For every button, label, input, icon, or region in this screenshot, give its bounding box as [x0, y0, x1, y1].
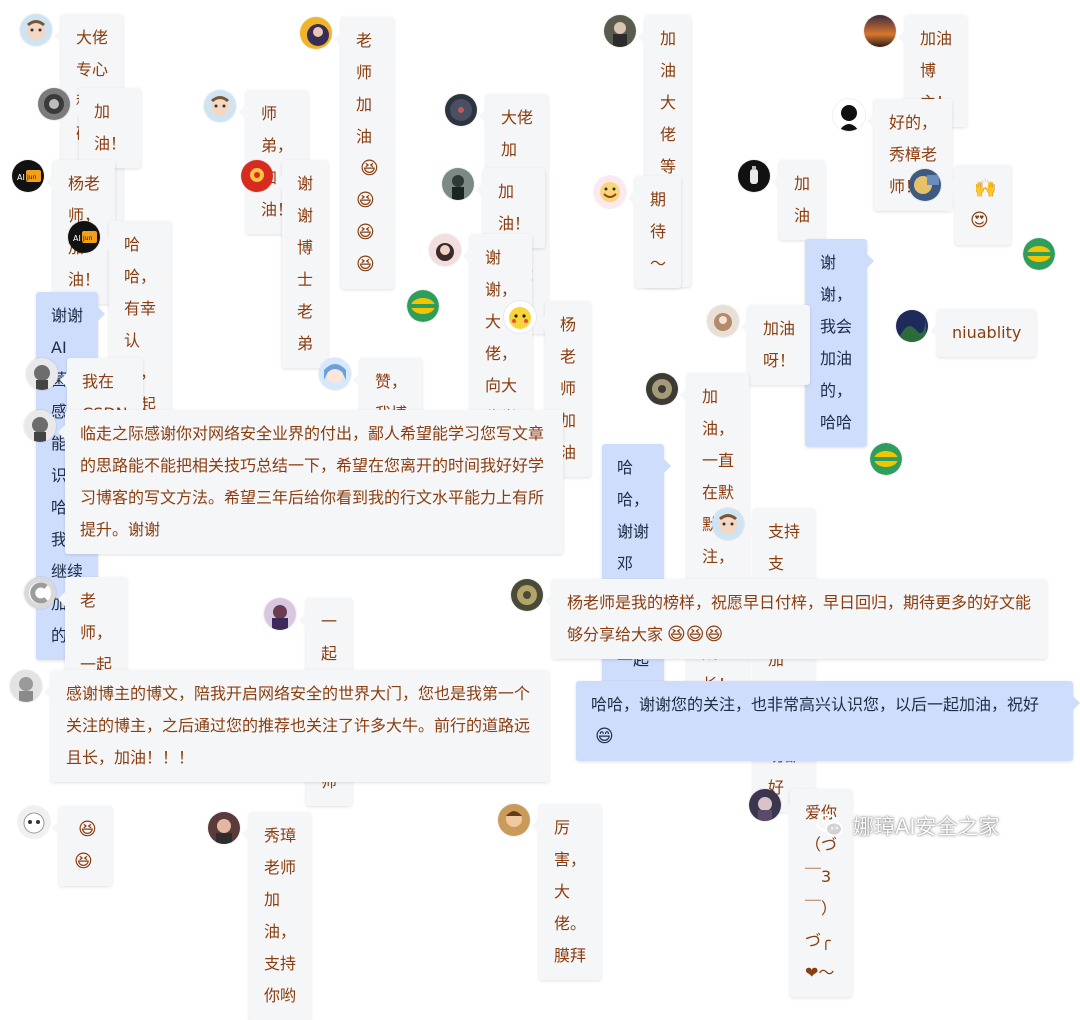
avatar[interactable]	[504, 301, 536, 333]
avatar[interactable]: AI Jun	[12, 160, 44, 192]
comment-bubble: 临走之际感谢你对网络安全业界的付出，鄙人希望能学习您写文章的思路能不能把相关技巧…	[58, 410, 563, 554]
author-avatar[interactable]	[870, 443, 902, 475]
comment-text: 加油！	[94, 102, 127, 153]
comment-bubble-author-reply: 哈哈，谢谢您的关注，也非常高兴认识您，以后一起加油，祝好 😄	[576, 681, 1080, 761]
avatar[interactable]	[594, 176, 626, 208]
comment-bubble: niuablity	[929, 309, 1037, 357]
comment-bubble: 加油呀！	[741, 305, 810, 385]
comment-bubble: 杨老师是我的榜样，祝愿早日付梓，早日回归，期待更多的好文能够分享给大家 😆😆😆	[545, 579, 1047, 659]
comment-text: 哈哈，谢谢您的关注，也非常高兴认识您，以后一起加油，祝好	[591, 695, 1040, 714]
wechat-icon	[816, 814, 843, 837]
comment-text: 谢谢，我会加油的，哈哈	[820, 253, 853, 432]
emoji-reaction: 😆😆😆😆	[356, 158, 379, 275]
author-avatar[interactable]	[1023, 238, 1055, 270]
avatar[interactable]	[20, 14, 52, 46]
avatar[interactable]	[445, 94, 477, 126]
comment-bubble: 🙌😍	[947, 165, 1012, 245]
avatar[interactable]	[738, 160, 770, 192]
avatar[interactable]	[10, 670, 42, 702]
avatar[interactable]	[319, 358, 351, 390]
avatar[interactable]	[442, 168, 474, 200]
avatar[interactable]	[264, 598, 296, 630]
avatar[interactable]	[712, 508, 744, 540]
avatar[interactable]	[909, 169, 941, 201]
comment-bubble: 期待～	[627, 176, 682, 288]
avatar[interactable]	[300, 17, 332, 49]
comment-bubble: 😆😆	[52, 806, 112, 886]
avatar[interactable]	[26, 358, 58, 390]
comment-text: 秀璋老师加油，支持你哟	[264, 826, 297, 1005]
watermark-text: 娜璋AI安全之家	[853, 815, 1000, 839]
comment-text: 杨老师是我的榜样，祝愿早日付梓，早日回归，期待更多的好文能够分享给大家	[567, 593, 1032, 644]
emoji-reaction: 😄	[595, 726, 614, 747]
comment-bubble: 加油	[771, 160, 826, 240]
comment-text: 加油	[794, 174, 811, 225]
comment-bubble: 支持支持，加油加油，祝一切都好	[746, 508, 815, 812]
emoji-reaction: 😆😆😆	[667, 624, 724, 645]
avatar[interactable]	[833, 99, 865, 131]
comment-bubble-author-reply: 谢谢，我会加油的，哈哈	[805, 239, 874, 447]
avatar[interactable]	[429, 234, 461, 266]
avatar[interactable]: AI Jun	[68, 221, 100, 253]
comment-bubble: 加油！	[72, 88, 141, 168]
author-avatar[interactable]	[407, 290, 439, 322]
avatar[interactable]	[498, 804, 530, 836]
comment-bubble: 秀璋老师加油，支持你哟	[242, 812, 311, 1020]
avatar[interactable]	[18, 806, 50, 838]
emoji-reaction: 🙌😍	[970, 178, 997, 231]
avatar[interactable]	[604, 15, 636, 47]
comment-text: 感谢博主的博文，陪我开启网络安全的世界大门，您也是我第一个关注的博主，之后通过您…	[66, 684, 531, 767]
comment-bubble: 感谢博主的博文，陪我开启网络安全的世界大门，您也是我第一个关注的博主，之后通过您…	[44, 670, 549, 782]
comment-text: 老师加油	[356, 31, 373, 146]
comment-text: 加油呀！	[763, 319, 796, 370]
svg-text:AI: AI	[73, 234, 81, 243]
avatar[interactable]	[896, 310, 928, 342]
avatar[interactable]	[241, 160, 273, 192]
avatar[interactable]	[749, 789, 781, 821]
emoji-reaction: 😆😆	[74, 819, 97, 872]
comment-text: 厉害，大佬。膜拜	[554, 818, 587, 965]
avatar[interactable]	[511, 579, 543, 611]
avatar[interactable]	[24, 410, 56, 442]
comment-text: 谢谢博士老弟	[297, 174, 314, 353]
comment-text: niuablity	[952, 323, 1022, 342]
avatar[interactable]	[208, 812, 240, 844]
comment-bubble: 谢谢博士老弟	[274, 160, 329, 368]
avatar[interactable]	[864, 15, 896, 47]
comment-bubble: 厉害，大佬。膜拜	[532, 804, 601, 980]
avatar[interactable]	[707, 305, 739, 337]
comment-bubble: 老师加油 😆😆😆😆	[334, 17, 394, 289]
comment-text: 临走之际感谢你对网络安全业界的付出，鄙人希望能学习您写文章的思路能不能把相关技巧…	[80, 424, 545, 539]
comment-text: 加油！	[498, 182, 531, 233]
avatar[interactable]	[204, 90, 236, 122]
svg-text:Jun: Jun	[26, 174, 37, 181]
avatar[interactable]	[24, 577, 56, 609]
svg-text:AI: AI	[17, 173, 25, 182]
avatar[interactable]	[38, 88, 70, 120]
svg-text:Jun: Jun	[82, 235, 93, 242]
avatar[interactable]	[646, 373, 678, 405]
wechat-watermark: 娜璋AI安全之家	[815, 808, 1000, 844]
comment-text: 期待～	[650, 190, 667, 273]
